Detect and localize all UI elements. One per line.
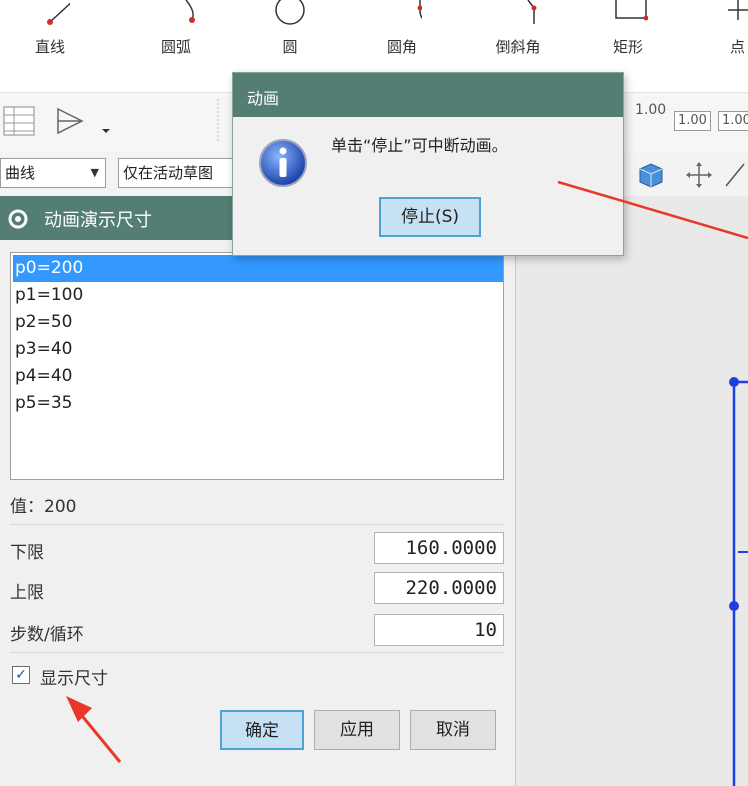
- ok-button[interactable]: 确定: [220, 710, 304, 750]
- type-filter-value: 曲线: [5, 164, 36, 182]
- rectangle-tool-label: 矩形: [612, 38, 643, 56]
- apply-button[interactable]: 应用: [314, 710, 400, 750]
- animation-message-dialog: 动画 单击“停止”可中断动画。 停止(S): [232, 72, 624, 256]
- divider: [10, 652, 504, 653]
- lower-limit-label: 下限: [10, 543, 44, 563]
- type-filter-select[interactable]: 曲线 ▼: [0, 158, 106, 188]
- upper-limit-input[interactable]: 220.0000: [374, 572, 504, 604]
- steps-label: 步数/循环: [10, 625, 84, 645]
- dimension-badge-1[interactable]: 1.00: [632, 101, 669, 119]
- list-item[interactable]: p0=200: [13, 255, 503, 282]
- gear-icon[interactable]: [6, 207, 30, 231]
- divider: [10, 524, 504, 525]
- circle-icon: [275, 0, 305, 25]
- list-item[interactable]: p2=50: [13, 309, 503, 336]
- dimension-badge-3[interactable]: 1.00: [718, 111, 748, 131]
- line-tool-icon[interactable]: [722, 160, 748, 190]
- table-icon[interactable]: [2, 103, 42, 139]
- circle-tool-label: 圆: [282, 38, 298, 56]
- sketch-point: [729, 377, 739, 387]
- line-icon: [47, 2, 70, 25]
- chamfer-icon: [527, 0, 537, 24]
- cancel-button[interactable]: 取消: [410, 710, 496, 750]
- animate-dimensions-dialog: 动画演示尺寸 p0=200 p1=100 p2=50 p3=40 p4=40 p…: [0, 196, 520, 786]
- point-icon: [728, 0, 748, 20]
- info-icon: [259, 139, 307, 187]
- view-orient-icon[interactable]: [52, 103, 112, 143]
- list-item[interactable]: p3=40: [13, 336, 503, 363]
- show-dimensions-label: 显示尺寸: [40, 669, 108, 689]
- list-item[interactable]: p5=35: [13, 390, 503, 417]
- cube-icon[interactable]: [636, 160, 666, 190]
- lower-limit-input[interactable]: 160.0000: [374, 532, 504, 564]
- list-item[interactable]: p4=40: [13, 363, 503, 390]
- point-tool-label: 点: [730, 38, 746, 56]
- dimension-badge-2[interactable]: 1.00: [674, 111, 711, 131]
- message-text: 单击“停止”可中断动画。: [331, 136, 508, 155]
- fillet-icon: [417, 0, 422, 19]
- line-tool-button[interactable]: 直线: [10, 0, 90, 92]
- chamfer-tool-label: 倒斜角: [495, 38, 541, 56]
- arc-tool-label: 圆弧: [160, 38, 191, 56]
- rectangle-icon: [615, 0, 648, 21]
- sketch-point: [729, 601, 739, 611]
- message-dialog-header: 动画: [233, 73, 623, 117]
- message-dialog-title: 动画: [247, 89, 280, 108]
- chevron-down-icon: ▼: [90, 166, 99, 179]
- steps-input[interactable]: 10: [374, 614, 504, 646]
- arc-icon: [185, 0, 195, 23]
- arc-tool-button[interactable]: 圆弧: [136, 0, 216, 92]
- line-tool-label: 直线: [34, 38, 65, 56]
- point-tool-button[interactable]: 点: [708, 0, 748, 92]
- toolbar-divider-icon: [217, 99, 219, 143]
- list-item[interactable]: p1=100: [13, 282, 503, 309]
- dialog-title: 动画演示尺寸: [44, 210, 152, 231]
- move-icon[interactable]: [684, 160, 714, 190]
- current-value-label: 值：200: [10, 497, 77, 517]
- fillet-tool-label: 圆角: [386, 38, 417, 56]
- parameter-list[interactable]: p0=200 p1=100 p2=50 p3=40 p4=40 p5=35: [10, 252, 504, 480]
- show-dimensions-checkbox[interactable]: ✓: [12, 666, 30, 684]
- scope-filter-value: 仅在活动草图: [123, 164, 214, 182]
- stop-button[interactable]: 停止(S): [379, 197, 481, 237]
- upper-limit-label: 上限: [10, 583, 44, 603]
